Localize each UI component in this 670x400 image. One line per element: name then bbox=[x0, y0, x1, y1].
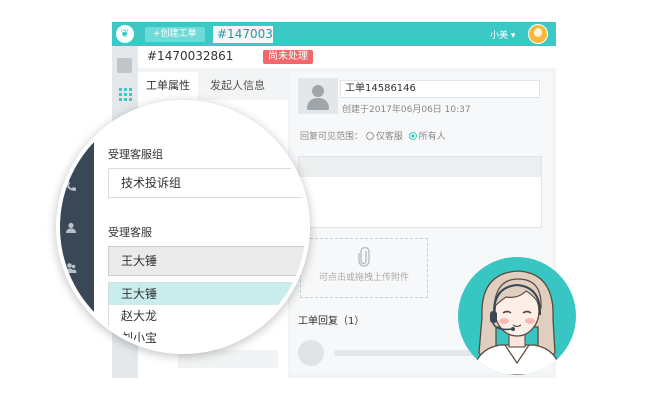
tooth-logo-icon: ❦ bbox=[116, 25, 134, 43]
team-icon[interactable] bbox=[65, 262, 77, 274]
agent-select[interactable]: 王大锤 bbox=[108, 246, 306, 276]
user-icon[interactable] bbox=[65, 222, 77, 234]
reply-placeholder bbox=[334, 350, 484, 356]
ticket-id: #1470032861 bbox=[147, 49, 234, 63]
agent-option[interactable]: 刘小宝 bbox=[109, 327, 306, 349]
radio-everyone[interactable] bbox=[408, 132, 417, 140]
ticket-title-field[interactable]: 工单14586146 bbox=[340, 80, 540, 98]
group-field[interactable]: 技术投诉组 bbox=[108, 168, 306, 198]
status-badge: 尚未处理 bbox=[263, 50, 313, 64]
nav-square-icon[interactable] bbox=[117, 58, 132, 73]
agent-illustration bbox=[471, 270, 563, 375]
agent-dropdown: 王大锤 赵大龙 刘小宝 bbox=[108, 282, 306, 350]
reply-visibility: 回复可见范围： 仅客服 所有人 bbox=[300, 129, 446, 142]
radio-agents-only[interactable] bbox=[365, 132, 374, 140]
ticket-header: #1470032861 尚未处理 bbox=[138, 46, 556, 68]
agent-option[interactable]: 赵大龙 bbox=[109, 305, 306, 327]
option-agents-only[interactable]: 仅客服 bbox=[376, 132, 403, 142]
ticket-tab[interactable]: #147003 bbox=[213, 26, 273, 43]
agent-option[interactable]: 王大锤 bbox=[109, 283, 306, 305]
apps-grid-icon[interactable] bbox=[119, 88, 132, 101]
group-label: 受理客服组 bbox=[108, 148, 163, 161]
attachment-dropzone[interactable]: 可点击或拖拽上传附件 bbox=[300, 238, 428, 298]
requester-avatar bbox=[298, 78, 338, 114]
create-ticket-button[interactable]: +创建工单 bbox=[145, 27, 205, 42]
phone-icon[interactable] bbox=[65, 180, 77, 192]
visibility-label: 回复可见范围： bbox=[300, 132, 364, 142]
upload-hint: 可点击或拖拽上传附件 bbox=[318, 273, 409, 283]
tab-requester-info[interactable]: 发起人信息 bbox=[202, 72, 273, 100]
agent-label: 受理客服 bbox=[108, 226, 152, 239]
ticket-tabs: 工单属性 发起人信息 bbox=[138, 72, 286, 100]
editor-toolbar bbox=[299, 157, 541, 177]
replies-title: 工单回复（1） bbox=[298, 316, 365, 327]
top-bar: ❦ +创建工单 #147003 小美 ▾ bbox=[112, 22, 556, 46]
paperclip-icon bbox=[358, 247, 370, 267]
option-everyone[interactable]: 所有人 bbox=[419, 132, 446, 142]
support-agent-illustration bbox=[458, 257, 576, 375]
user-menu[interactable]: 小美 ▾ bbox=[490, 28, 515, 41]
reply-editor[interactable] bbox=[298, 156, 542, 228]
avatar[interactable] bbox=[528, 24, 548, 44]
created-time: 创建于2017年06月06日 10:37 bbox=[342, 105, 471, 115]
tab-properties[interactable]: 工单属性 bbox=[138, 72, 198, 100]
zoom-left-nav bbox=[60, 104, 94, 350]
magnifier-zoom: 受理客服组 技术投诉组 受理客服 王大锤 王大锤 赵大龙 刘小宝 bbox=[56, 100, 310, 354]
